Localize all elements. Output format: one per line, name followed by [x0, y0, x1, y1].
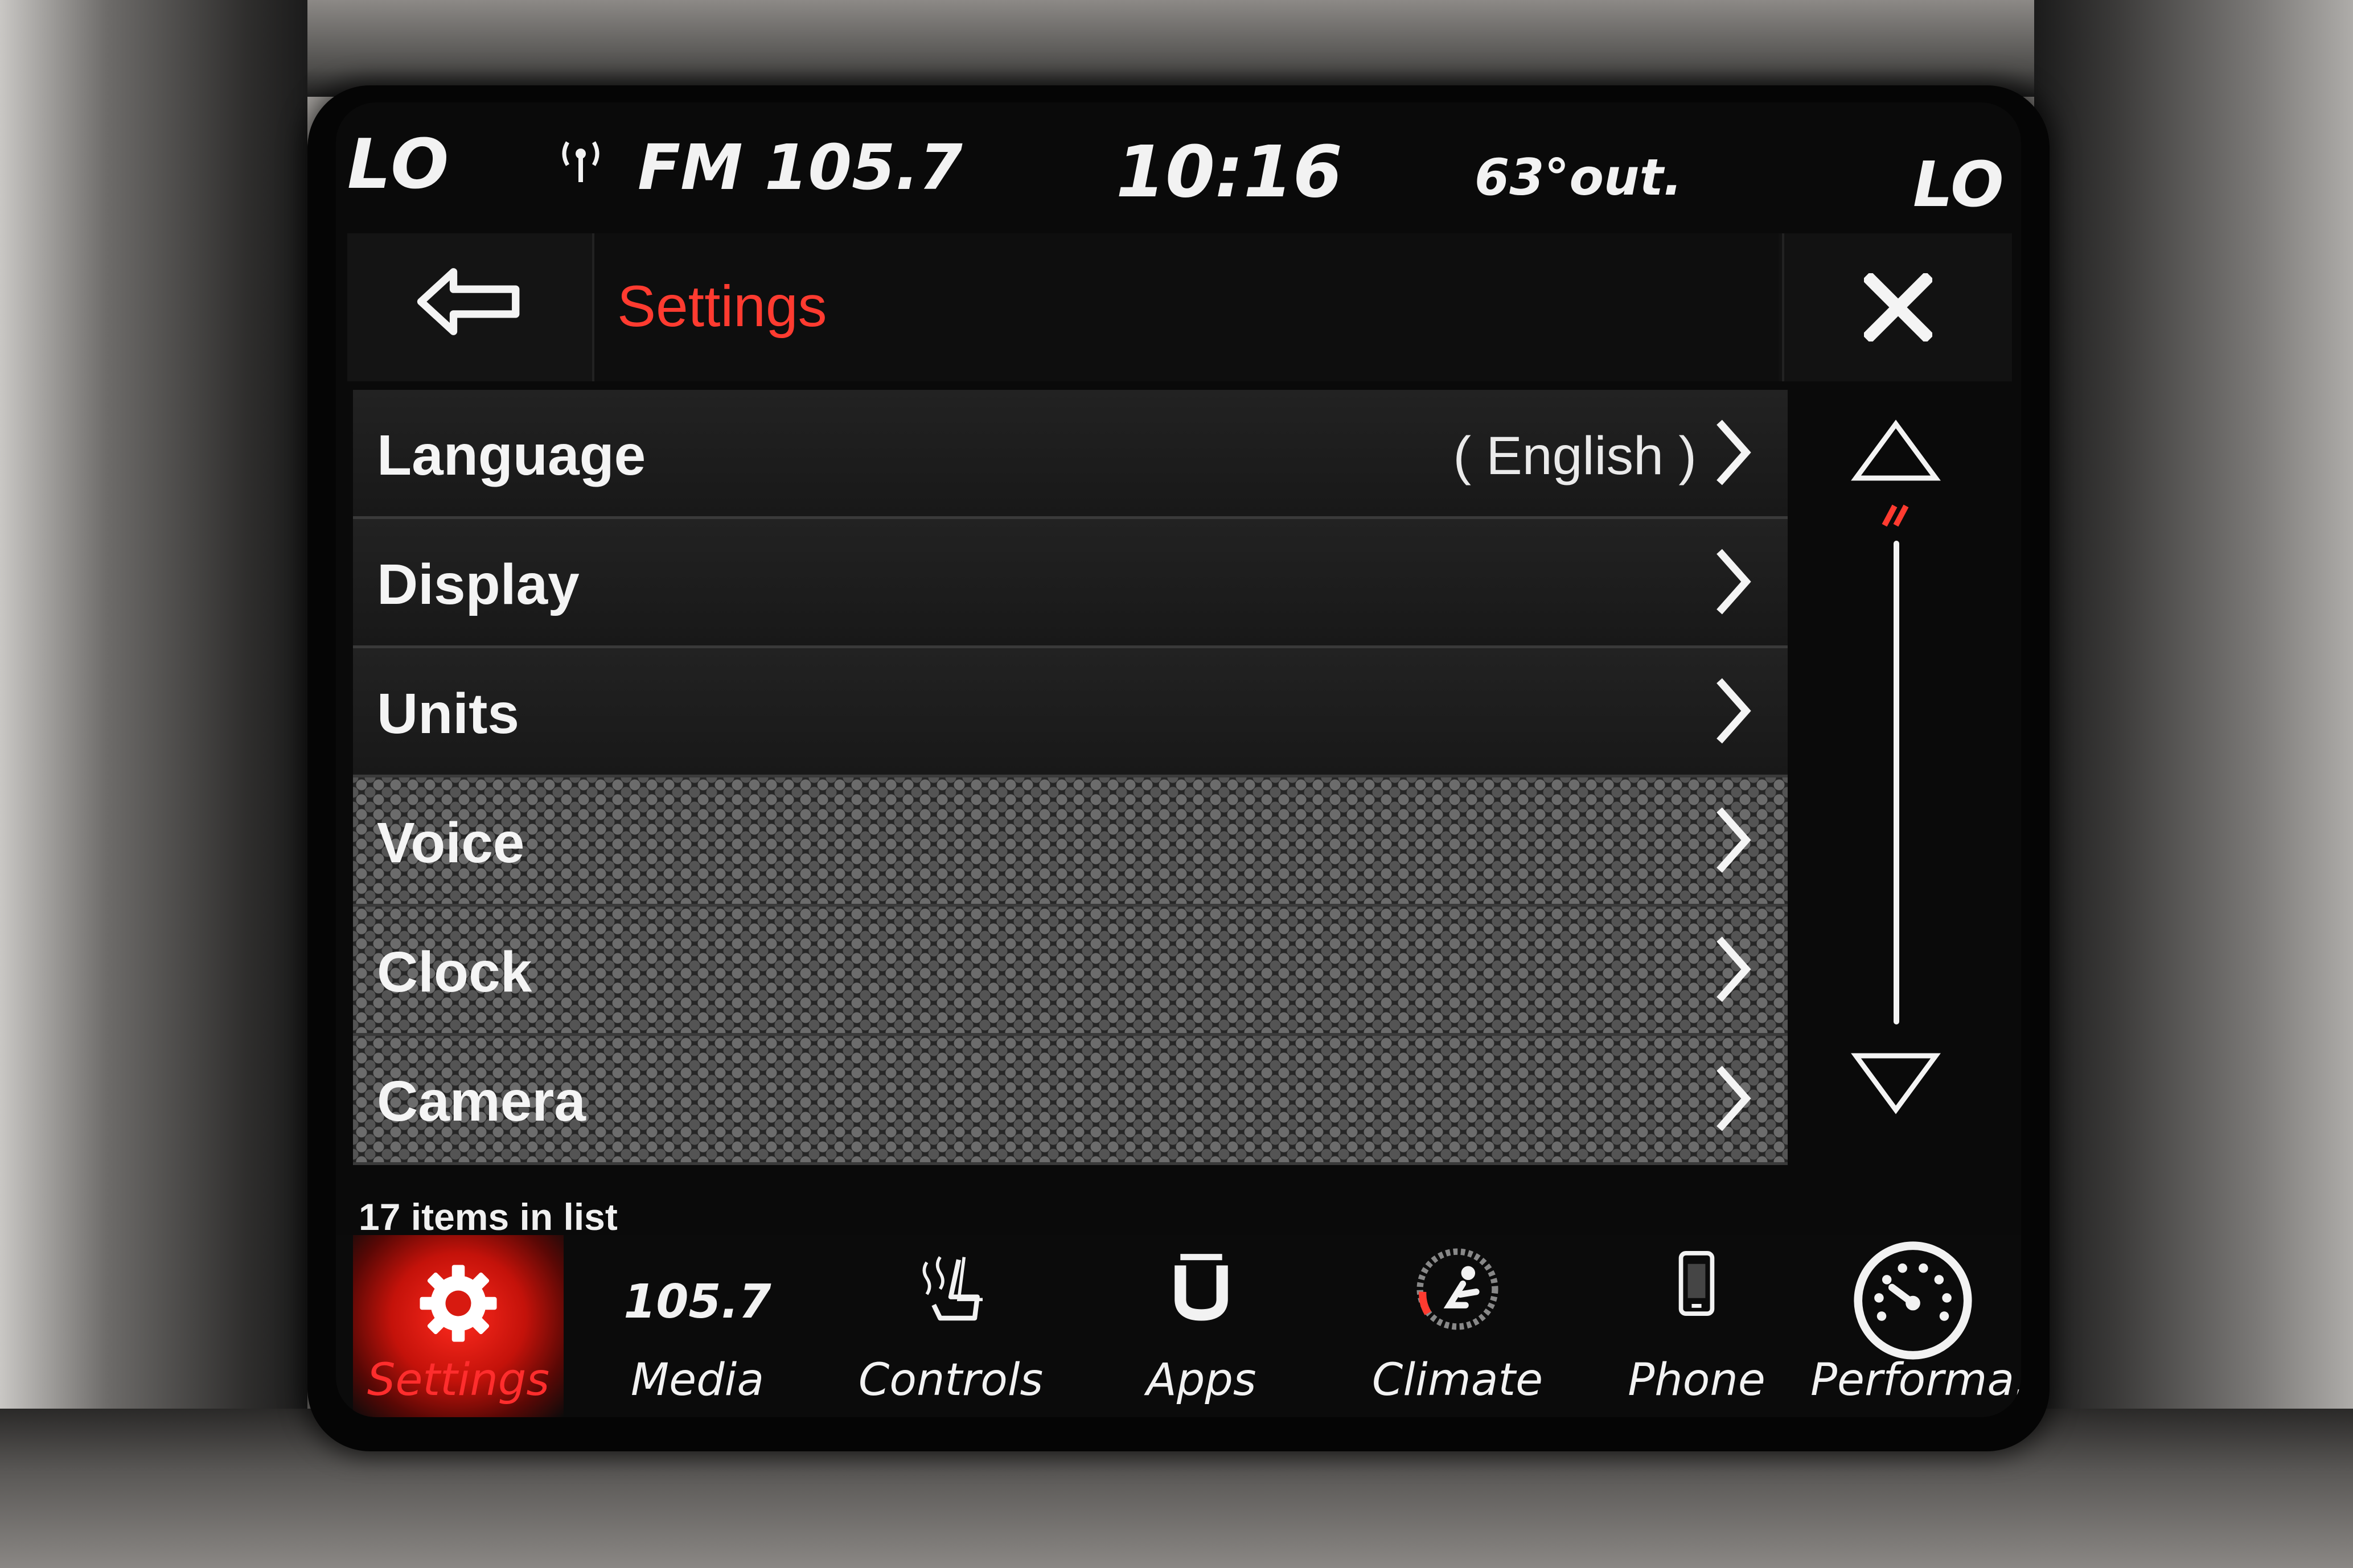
seat-heat-icon: [922, 1256, 983, 1321]
nav-item-media[interactable]: 105.7 Media: [592, 1235, 803, 1417]
nav-label: Phone: [1628, 1355, 1765, 1406]
driver-temp[interactable]: LO: [347, 125, 451, 204]
page-title: Settings: [617, 274, 827, 339]
gauge-icon: [1854, 1241, 1972, 1360]
list-item-units[interactable]: Units: [353, 648, 1788, 777]
bottom-nav-bar: Settings 105.7 Media Controls Apps Clima…: [336, 1235, 2021, 1417]
chevron-right-icon: [1717, 936, 1751, 1002]
radio-station[interactable]: FM 105.7: [638, 131, 963, 204]
nav-item-phone[interactable]: Phone: [1588, 1235, 1805, 1417]
title-area: Settings: [594, 233, 1779, 381]
passenger-temp[interactable]: LO: [1913, 148, 2004, 221]
nav-label: Media: [630, 1355, 765, 1406]
media-frequency: 105.7: [623, 1275, 771, 1329]
list-item-label: Language: [377, 423, 646, 487]
bezel-right: [2034, 0, 2353, 1568]
scroll-up-arrow-icon[interactable]: [1850, 418, 1941, 487]
scrollbar-track[interactable]: [1894, 541, 1899, 1024]
phone-icon: [1678, 1251, 1715, 1316]
nav-item-climate[interactable]: Climate: [1338, 1235, 1577, 1417]
chevron-right-icon: [1717, 1065, 1751, 1131]
chevron-right-icon: [1717, 807, 1751, 873]
list-item-clock[interactable]: Clock: [353, 907, 1788, 1036]
list-item-label: Clock: [377, 940, 532, 1004]
header-bar: Settings: [347, 233, 2012, 381]
nav-label: Climate: [1371, 1355, 1543, 1406]
list-item-display[interactable]: Display: [353, 519, 1788, 648]
chevron-right-icon: [1717, 678, 1751, 744]
nav-label: Controls: [858, 1355, 1044, 1406]
settings-list: Language ( English ) Display Units Voice…: [353, 390, 1788, 1187]
list-item-label: Display: [377, 553, 580, 616]
close-button[interactable]: [1782, 233, 2012, 381]
scroll-down-arrow-icon[interactable]: [1850, 1047, 1941, 1116]
chevron-right-icon: [1717, 419, 1751, 485]
outside-temp: 63°out.: [1475, 148, 1683, 207]
list-item-voice[interactable]: Voice: [353, 777, 1788, 907]
list-count: 17 items in list: [359, 1196, 618, 1238]
status-bar: LO FM 105.7 10:16 63°out. LO: [336, 102, 2021, 228]
nav-label: Apps: [1146, 1355, 1256, 1406]
clock-time: 10:16: [1116, 131, 1342, 213]
scroll-position-marker: [1882, 504, 1909, 526]
nav-item-performance[interactable]: Performa.: [1810, 1235, 2021, 1417]
uconnect-icon: [1175, 1254, 1228, 1321]
radio-antenna-icon: [562, 141, 599, 182]
nav-label: Settings: [367, 1355, 549, 1406]
back-arrow-icon: [417, 268, 520, 335]
list-item-value: ( English ): [1453, 426, 1697, 486]
bezel-top: [0, 0, 2353, 97]
bezel-left: [0, 0, 307, 1568]
nav-item-settings[interactable]: Settings: [353, 1235, 564, 1417]
infotainment-screen: LO FM 105.7 10:16 63°out. LO Settings La…: [336, 102, 2021, 1417]
chevron-right-icon: [1717, 549, 1751, 615]
list-item-camera[interactable]: Camera: [353, 1036, 1788, 1165]
nav-item-controls[interactable]: Controls: [837, 1235, 1065, 1417]
nav-label: Performa.: [1810, 1355, 2021, 1406]
back-button[interactable]: [347, 233, 594, 381]
gear-icon: [420, 1265, 497, 1342]
nav-item-apps[interactable]: Apps: [1093, 1235, 1309, 1417]
list-item-label: Camera: [377, 1069, 586, 1133]
list-item-label: Units: [377, 682, 519, 746]
list-item-label: Voice: [377, 811, 525, 875]
climate-icon: [1416, 1248, 1498, 1330]
list-item-language[interactable]: Language ( English ): [353, 390, 1788, 519]
close-icon: [1864, 273, 1932, 341]
